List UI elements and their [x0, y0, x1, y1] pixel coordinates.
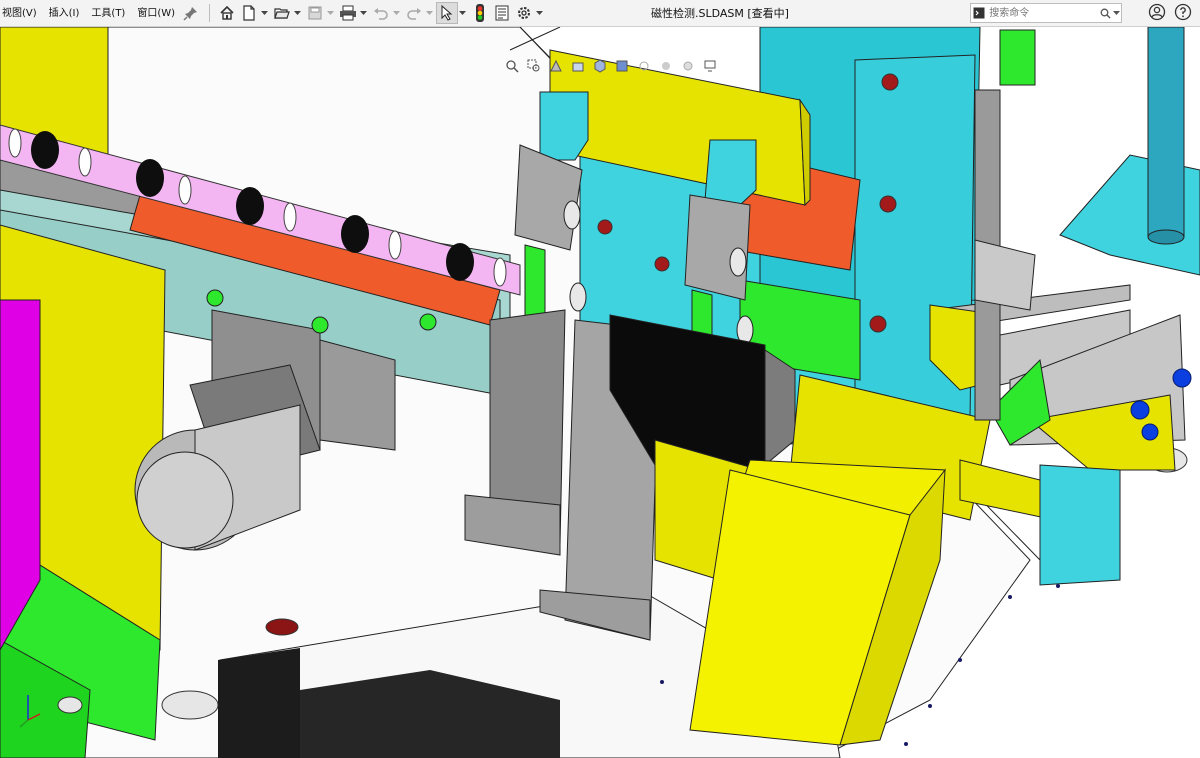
- title-bar-right: [1148, 3, 1192, 24]
- menu-tools[interactable]: 工具(T): [85, 0, 131, 27]
- undo-icon[interactable]: [370, 2, 392, 24]
- chevron-down-icon[interactable]: [326, 2, 334, 24]
- chevron-down-icon[interactable]: [260, 2, 268, 24]
- chevron-down-icon[interactable]: [458, 2, 466, 24]
- search-input[interactable]: [987, 5, 1100, 21]
- chevron-down-icon[interactable]: [293, 2, 301, 24]
- redo-icon[interactable]: [403, 2, 425, 24]
- menu-insert[interactable]: 插入(I): [43, 0, 86, 27]
- file-properties-icon[interactable]: [491, 2, 513, 24]
- new-document-icon[interactable]: [238, 2, 260, 24]
- select-cursor-icon[interactable]: [436, 2, 459, 24]
- previous-view-icon[interactable]: [547, 58, 565, 74]
- assembly-model-view[interactable]: [0, 27, 1200, 758]
- heads-up-view-toolbar: [503, 58, 719, 74]
- chevron-down-icon[interactable]: [359, 2, 367, 24]
- account-icon[interactable]: [1148, 3, 1166, 24]
- apply-scene-icon[interactable]: [679, 58, 697, 74]
- magnifier-icon[interactable]: [1099, 8, 1112, 19]
- zoom-to-fit-icon[interactable]: [503, 58, 521, 74]
- open-folder-icon[interactable]: [271, 2, 293, 24]
- graphics-viewport[interactable]: [0, 27, 1200, 758]
- section-view-icon[interactable]: [569, 58, 587, 74]
- chevron-down-icon[interactable]: [425, 2, 433, 24]
- chevron-down-icon[interactable]: [392, 2, 400, 24]
- chevron-down-icon[interactable]: [535, 2, 543, 24]
- view-settings-icon[interactable]: [701, 58, 719, 74]
- toolbar-separator: [209, 4, 211, 22]
- quick-access-toolbar: [216, 0, 546, 27]
- display-style-icon[interactable]: [613, 58, 631, 74]
- rebuild-traffic-light-icon[interactable]: [469, 2, 491, 24]
- help-icon[interactable]: [1174, 3, 1192, 24]
- edit-appearance-icon[interactable]: [657, 58, 675, 74]
- save-icon[interactable]: [304, 2, 326, 24]
- pin-icon[interactable]: [183, 5, 199, 21]
- title-bar: 视图(V) 插入(I) 工具(T) 窗口(W) 磁性检测.SLDASM [查看中…: [0, 0, 1200, 27]
- options-gear-icon[interactable]: [513, 2, 535, 24]
- window-title: 磁性检测.SLDASM [查看中]: [651, 7, 789, 20]
- chevron-down-icon[interactable]: [1112, 10, 1121, 16]
- menu-bar: 视图(V) 插入(I) 工具(T) 窗口(W): [0, 0, 203, 27]
- menu-window[interactable]: 窗口(W): [131, 0, 181, 27]
- zoom-area-icon[interactable]: [525, 58, 543, 74]
- print-icon[interactable]: [337, 2, 359, 24]
- search-box[interactable]: [970, 3, 1122, 23]
- command-search-icon: [971, 7, 987, 19]
- home-icon[interactable]: [216, 2, 238, 24]
- hide-show-items-icon[interactable]: [635, 58, 653, 74]
- menu-view[interactable]: 视图(V): [0, 0, 43, 27]
- view-orientation-icon[interactable]: [591, 58, 609, 74]
